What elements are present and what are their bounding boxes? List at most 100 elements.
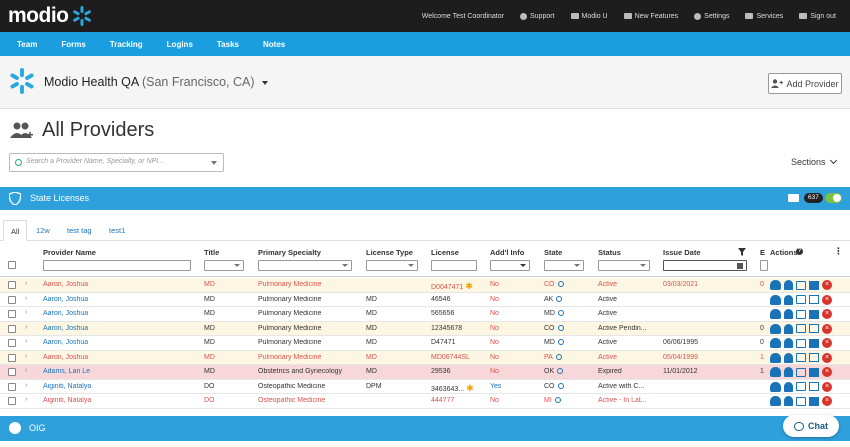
edit-icon[interactable]	[796, 295, 806, 304]
expand-chevron-icon[interactable]: ›	[25, 280, 27, 287]
calendar-icon[interactable]	[737, 263, 743, 269]
modio-logo[interactable]: modio	[8, 4, 92, 28]
search-icon[interactable]	[557, 281, 564, 287]
nav-tasks[interactable]: Tasks	[217, 40, 239, 49]
nav-tracking[interactable]: Tracking	[110, 40, 143, 49]
provider-name-link[interactable]: Aaron, Joshua	[43, 281, 198, 288]
expand-chevron-icon[interactable]: ›	[25, 324, 27, 331]
flag-icon[interactable]	[809, 396, 819, 406]
nav-team[interactable]: Team	[17, 40, 37, 49]
edit-icon[interactable]	[796, 324, 806, 333]
modio-u-link[interactable]: Modio U	[570, 13, 608, 20]
expand-chevron-icon[interactable]: ›	[25, 309, 27, 316]
filter-provider-name-input[interactable]	[43, 260, 191, 271]
flag-icon[interactable]	[809, 295, 819, 304]
cloud-download-icon[interactable]	[770, 381, 781, 392]
provider-name-link[interactable]: Adams, Lan Le	[43, 368, 198, 375]
delete-icon[interactable]: ×	[822, 280, 832, 290]
filter-license-input[interactable]	[431, 260, 477, 271]
org-selector[interactable]: Modio Health QA (San Francisco, CA)	[44, 75, 268, 89]
row-checkbox[interactable]	[8, 382, 16, 391]
row-checkbox[interactable]	[8, 397, 16, 405]
expand-chevron-icon[interactable]: ›	[25, 382, 27, 389]
nav-logins[interactable]: Logins	[167, 40, 193, 49]
edit-icon[interactable]	[796, 396, 806, 406]
search-icon[interactable]	[557, 339, 564, 345]
cloud-download-icon[interactable]	[770, 294, 781, 305]
expand-chevron-icon[interactable]: ›	[25, 396, 27, 403]
table-row[interactable]: › Aaron, Joshua MD Pulmonary Medicine MD MD06…	[0, 350, 850, 365]
col-title[interactable]: Title	[204, 248, 219, 257]
search-icon[interactable]	[557, 324, 564, 331]
table-row[interactable]: › Aaron, Joshua MD Pulmonary Medicine D00474…	[0, 278, 850, 293]
tab-test-tag[interactable]: test tag	[60, 220, 99, 241]
delete-icon[interactable]: ×	[822, 367, 832, 377]
col-status[interactable]: Status	[598, 248, 621, 257]
help-icon[interactable]: ?	[796, 248, 803, 255]
edit-icon[interactable]	[796, 280, 806, 290]
support-link[interactable]: Support	[519, 12, 555, 20]
bell-icon[interactable]	[784, 309, 793, 319]
cloud-download-icon[interactable]	[770, 367, 781, 377]
filter-license-type-select[interactable]	[366, 260, 418, 271]
search-icon[interactable]	[557, 310, 564, 316]
search-icon[interactable]	[554, 397, 561, 403]
table-row[interactable]: › Aiginiti, Natalya DO Osteopathic Medicine…	[0, 379, 850, 394]
flag-icon[interactable]	[809, 382, 819, 391]
delete-icon[interactable]: ×	[822, 309, 832, 319]
delete-icon[interactable]: ×	[822, 323, 832, 334]
nav-forms[interactable]: Forms	[61, 40, 85, 49]
cloud-download-icon[interactable]	[770, 280, 781, 290]
addl-info-cell[interactable]: Yes	[490, 383, 501, 390]
expand-chevron-icon[interactable]: ›	[25, 338, 27, 345]
new-features-link[interactable]: New Features	[623, 13, 678, 20]
flag-icon[interactable]	[809, 324, 819, 333]
flag-icon[interactable]	[809, 309, 819, 319]
state-licenses-header[interactable]: State Licenses 637	[0, 187, 850, 210]
settings-link[interactable]: Settings	[694, 12, 729, 20]
nav-notes[interactable]: Notes	[263, 40, 285, 49]
table-row[interactable]: › Aaron, Joshua MD Pulmonary Medicine MD 5656…	[0, 307, 850, 322]
provider-name-link[interactable]: Aaron, Joshua	[43, 325, 198, 332]
delete-icon[interactable]: ×	[822, 381, 832, 392]
cloud-download-icon[interactable]	[770, 309, 781, 319]
provider-search-input[interactable]: Search a Provider Name, Specialty, or NP…	[9, 153, 224, 172]
bell-icon[interactable]	[784, 396, 793, 406]
search-icon[interactable]	[555, 353, 562, 360]
provider-name-link[interactable]: Aaron, Joshua	[43, 339, 198, 346]
chat-button[interactable]: Chat	[783, 415, 839, 437]
filter-status-select[interactable]	[598, 260, 650, 271]
mail-icon[interactable]	[788, 194, 799, 202]
col-e[interactable]: E	[760, 248, 765, 257]
col-addl-info[interactable]: Add'l Info	[490, 248, 524, 257]
bell-icon[interactable]	[784, 367, 793, 377]
filter-state-select[interactable]	[544, 260, 584, 271]
cloud-download-icon[interactable]	[770, 352, 781, 363]
sign-out-link[interactable]: Sign out	[799, 13, 836, 20]
cloud-download-icon[interactable]	[770, 338, 781, 348]
select-all-checkbox[interactable]	[8, 261, 16, 269]
filter-issue-date-input[interactable]	[663, 260, 747, 271]
flag-icon[interactable]	[809, 367, 819, 377]
tab-12w[interactable]: 12w	[29, 220, 57, 241]
add-provider-button[interactable]: Add Provider	[768, 73, 842, 94]
row-checkbox[interactable]	[8, 353, 16, 362]
table-row[interactable]: › Adams, Lan Le MD Obstetrics and Gynecolog…	[0, 365, 850, 380]
col-issue-date[interactable]: Issue Date	[663, 248, 701, 257]
table-row[interactable]: › Aaron, Joshua MD Pulmonary Medicine MD D474…	[0, 336, 850, 351]
edit-icon[interactable]	[796, 367, 806, 377]
provider-name-link[interactable]: Aiginiti, Natalya	[43, 383, 198, 390]
provider-name-link[interactable]: Aaron, Joshua	[43, 310, 198, 317]
bell-icon[interactable]	[784, 381, 793, 392]
bell-icon[interactable]	[784, 323, 793, 334]
provider-name-link[interactable]: Aiginiti, Natalya	[43, 397, 198, 404]
edit-icon[interactable]	[796, 353, 806, 362]
provider-name-link[interactable]: Aaron, Joshua	[43, 354, 198, 361]
filter-specialty-select[interactable]	[258, 260, 352, 271]
row-checkbox[interactable]	[8, 368, 16, 376]
col-license[interactable]: License	[431, 248, 459, 257]
cloud-download-icon[interactable]	[770, 396, 781, 406]
row-checkbox[interactable]	[8, 339, 16, 347]
row-checkbox[interactable]	[8, 281, 16, 289]
edit-icon[interactable]	[796, 382, 806, 391]
